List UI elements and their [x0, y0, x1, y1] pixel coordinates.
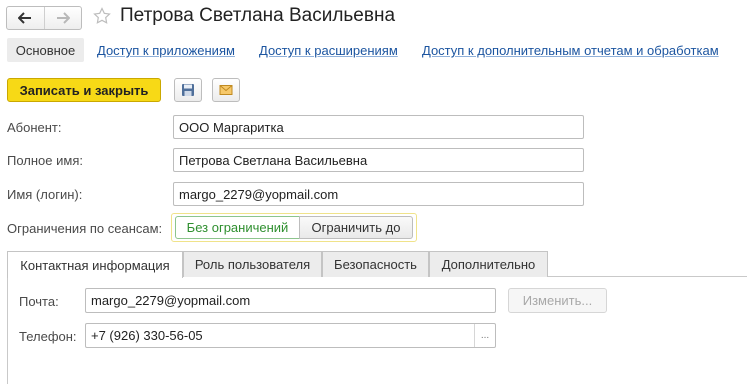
subscriber-label: Абонент: [7, 120, 62, 135]
tab-security[interactable]: Безопасность [322, 251, 429, 277]
login-label: Имя (логин): [7, 187, 83, 202]
page-title: Петрова Светлана Васильевна [120, 5, 396, 26]
save-button[interactable] [174, 78, 202, 102]
arrow-right-icon [56, 12, 70, 24]
save-and-close-button[interactable]: Записать и закрыть [7, 78, 161, 102]
full-name-label: Полное имя: [7, 153, 83, 168]
email-label: Почта: [19, 294, 59, 309]
tab-contact-info[interactable]: Контактная информация [7, 251, 183, 278]
back-button[interactable] [7, 7, 44, 29]
floppy-disk-icon [182, 84, 194, 96]
tab-user-role[interactable]: Роль пользователя [183, 251, 322, 277]
login-field[interactable]: margo_2279@yopmail.com [173, 182, 584, 206]
email-field[interactable]: margo_2279@yopmail.com [85, 288, 496, 313]
section-extensions-access[interactable]: Доступ к расширениям [259, 43, 398, 58]
tab-additional[interactable]: Дополнительно [429, 251, 548, 277]
phone-label: Телефон: [19, 329, 77, 344]
arrow-left-icon [18, 12, 32, 24]
sessions-label: Ограничения по сеансам: [7, 221, 163, 236]
subscriber-field[interactable]: ООО Маргаритка [173, 115, 584, 139]
favorite-button[interactable] [93, 7, 111, 25]
panel-border [7, 276, 8, 384]
phone-more-button[interactable]: ... [474, 324, 495, 347]
full-name-field[interactable]: Петрова Светлана Васильевна [173, 148, 584, 172]
section-reports-access[interactable]: Доступ к дополнительным отчетам и обрабо… [422, 43, 719, 58]
limit-to-option[interactable]: Ограничить до [299, 216, 413, 239]
envelope-icon [219, 85, 233, 95]
navigation-buttons [6, 6, 82, 30]
star-icon [93, 7, 111, 24]
no-limits-option[interactable]: Без ограничений [175, 216, 300, 239]
section-app-access[interactable]: Доступ к приложениям [97, 43, 235, 58]
phone-value: +7 (926) 330-56-05 [91, 328, 203, 343]
forward-button[interactable] [43, 7, 82, 29]
phone-field[interactable]: +7 (926) 330-56-05 ... [85, 323, 496, 348]
change-email-button[interactable]: Изменить... [508, 288, 607, 313]
send-mail-button[interactable] [212, 78, 240, 102]
section-main[interactable]: Основное [7, 38, 84, 62]
